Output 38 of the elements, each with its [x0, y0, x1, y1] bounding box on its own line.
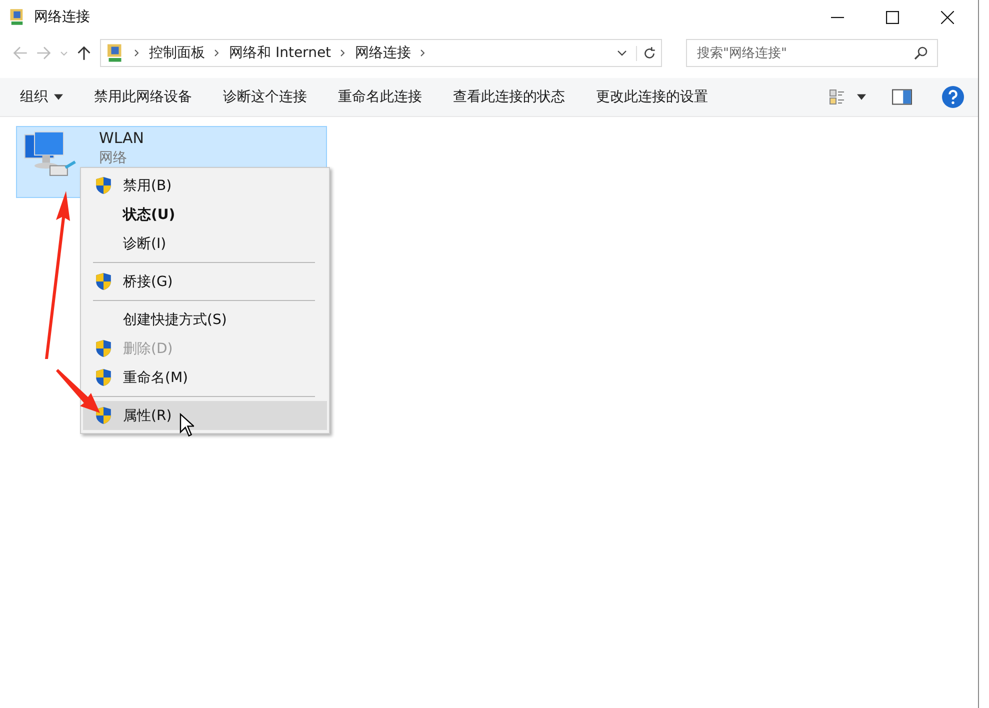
refresh-icon[interactable]	[636, 46, 657, 60]
chevron-right-icon[interactable]	[214, 49, 220, 57]
mouse-pointer-icon	[179, 413, 194, 437]
search-field[interactable]: 搜索"网络连接"	[686, 39, 938, 67]
toolbar-button[interactable]: 更改此连接的设置	[588, 84, 716, 110]
chevron-down-icon[interactable]	[617, 49, 627, 57]
chevron-right-icon[interactable]	[340, 49, 346, 57]
preview-pane-icon[interactable]	[892, 89, 912, 105]
up-arrow-icon[interactable]	[76, 45, 92, 61]
annotation-arrow	[56, 369, 100, 413]
breadcrumb-item[interactable]: 网络和 Internet	[229, 44, 332, 62]
connection-name: WLAN	[99, 129, 144, 147]
search-icon	[914, 46, 928, 60]
menu-item[interactable]: 诊断(I)	[83, 229, 327, 258]
address-bar[interactable]: 控制面板 网络和 Internet 网络连接	[100, 39, 662, 67]
window-title: 网络连接	[34, 8, 90, 26]
toolbar-button[interactable]: 查看此连接的状态	[445, 84, 573, 110]
connection-type: 网络	[99, 149, 128, 167]
toolbar-button[interactable]: 诊断这个连接	[215, 84, 315, 110]
menu-item[interactable]: 状态(U)	[83, 200, 327, 229]
maximize-icon[interactable]	[886, 10, 899, 24]
chevron-right-icon[interactable]	[420, 49, 426, 57]
toolbar-button[interactable]: 组织	[12, 84, 71, 110]
menu-item[interactable]: 属性(R)	[83, 401, 327, 430]
help-icon[interactable]	[942, 86, 964, 108]
chevron-right-icon[interactable]	[134, 49, 140, 57]
breadcrumb-item[interactable]: 网络连接	[355, 44, 412, 62]
dropdown-arrow-icon	[54, 94, 63, 100]
view-options-icon[interactable]	[827, 89, 847, 105]
menu-item[interactable]: 创建快捷方式(S)	[83, 305, 327, 334]
dropdown-arrow-icon[interactable]	[857, 94, 866, 100]
toolbar-button[interactable]: 重命名此连接	[330, 84, 430, 110]
menu-item[interactable]: 重命名(M)	[83, 363, 327, 392]
toolbar-button[interactable]: 禁用此网络设备	[86, 84, 200, 110]
menu-item[interactable]: 禁用(B)	[83, 171, 327, 200]
breadcrumb-item[interactable]: 控制面板	[149, 44, 205, 62]
menu-item[interactable]: 桥接(G)	[83, 267, 327, 296]
close-icon[interactable]	[941, 10, 954, 24]
